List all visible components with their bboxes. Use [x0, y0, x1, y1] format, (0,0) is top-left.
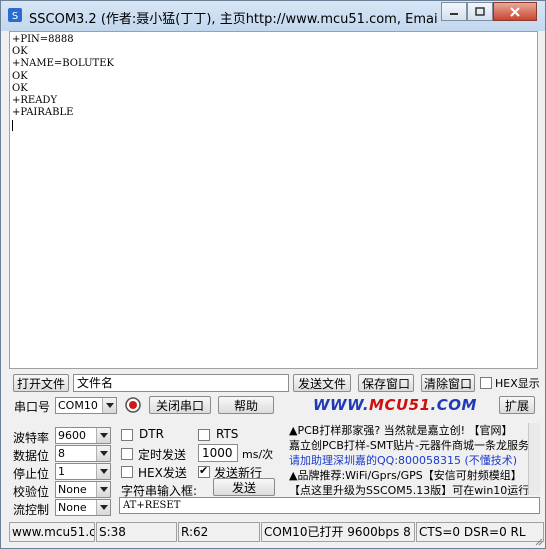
stopbits-select[interactable]: 1: [55, 463, 111, 480]
logo-brand: MCU51: [369, 396, 431, 414]
chevron-down-icon: [96, 446, 110, 461]
promo-line[interactable]: 请加助理深圳嘉的QQ:800058315 (不懂技术): [289, 453, 540, 468]
logo-prefix: WWW.: [313, 396, 370, 414]
send-file-button[interactable]: 发送文件: [293, 374, 351, 392]
open-file-button[interactable]: 打开文件: [13, 374, 69, 392]
chevron-down-icon: [96, 482, 110, 497]
flow-label: 流控制: [13, 503, 50, 517]
minimize-icon: [450, 12, 458, 15]
status-received: R:62: [178, 522, 260, 542]
send-newline-checkbox[interactable]: ✔: [198, 464, 210, 478]
close-button[interactable]: [493, 2, 537, 21]
hex-display-checkbox[interactable]: [480, 377, 492, 389]
dtr-label: DTR: [139, 427, 164, 441]
dtr-checkbox[interactable]: [121, 429, 133, 441]
chevron-down-icon: [96, 500, 110, 515]
receive-terminal[interactable]: +PIN=8888 OK +NAME=BOLUTEK OK OK +READY …: [9, 31, 538, 369]
close-icon: [510, 6, 520, 17]
expand-button[interactable]: 扩展: [499, 396, 535, 414]
logo-suffix: .COM: [430, 396, 477, 414]
app-window: S SSCOM3.2 (作者:聂小猛(丁丁), 主页http://www.mcu…: [0, 0, 546, 549]
stopbits-value: 1: [58, 465, 65, 478]
site-logo[interactable]: WWW.MCU51.COM: [313, 396, 477, 414]
terminal-line: OK: [12, 46, 28, 58]
svg-text:S: S: [12, 11, 18, 22]
promo-line[interactable]: 嘉立创PCB打样-SMT贴片-元器件商城一条龙服务: [289, 438, 540, 453]
stopbits-label: 停止位: [13, 467, 50, 481]
rts-checkbox[interactable]: [198, 429, 210, 441]
send-button[interactable]: 发送: [213, 478, 275, 496]
filename-field[interactable]: 文件名: [73, 374, 289, 392]
hex-display-label: HEX显示: [495, 377, 540, 390]
hex-send-label: HEX发送: [138, 466, 187, 480]
minimize-button[interactable]: [441, 2, 467, 21]
window-title: SSCOM3.2 (作者:聂小猛(丁丁), 主页http://www.mcu51…: [29, 12, 437, 27]
interval-unit: ms/次: [242, 448, 274, 461]
hex-send-checkbox[interactable]: [121, 466, 133, 478]
clear-window-button[interactable]: 清除窗口: [421, 374, 475, 392]
timed-send-checkbox[interactable]: [121, 448, 133, 460]
flow-select[interactable]: None: [55, 499, 111, 516]
flow-value: None: [58, 501, 87, 514]
promo-panel: ▲PCB打样那家强? 当然就是嘉立创! 【官网】 嘉立创PCB打样-SMT贴片-…: [289, 423, 540, 495]
send-input[interactable]: AT+RESET: [119, 497, 540, 514]
terminal-line: +NAME=BOLUTEK: [12, 58, 114, 70]
parity-select[interactable]: None: [55, 481, 111, 498]
databits-label: 数据位: [13, 449, 50, 463]
timed-send-label: 定时发送: [138, 448, 187, 462]
status-signals: CTS=0 DSR=0 RL: [416, 522, 544, 542]
help-button[interactable]: 帮助: [218, 396, 274, 414]
terminal-line: OK: [12, 82, 28, 94]
terminal-line: OK: [12, 70, 28, 82]
resize-grip-icon[interactable]: [533, 536, 543, 546]
terminal-line: +READY: [12, 95, 58, 107]
chevron-down-icon: [102, 398, 116, 413]
port-status-icon: [125, 397, 141, 413]
status-port: COM10已打开 9600bps 8: [261, 522, 415, 542]
save-window-button[interactable]: 保存窗口: [358, 374, 414, 392]
app-icon: S: [8, 8, 22, 22]
baud-label: 波特率: [13, 431, 50, 445]
chevron-down-icon: [96, 464, 110, 479]
close-port-button[interactable]: 关闭串口: [149, 396, 211, 414]
promo-scrollbar[interactable]: [528, 423, 540, 495]
maximize-button[interactable]: [467, 2, 493, 21]
port-label: 串口号: [14, 400, 51, 414]
status-sent: S:38: [96, 522, 177, 542]
title-bar[interactable]: S SSCOM3.2 (作者:聂小猛(丁丁), 主页http://www.mcu…: [1, 1, 545, 31]
terminal-line: +PAIRABLE: [12, 107, 74, 119]
databits-select[interactable]: 8: [55, 445, 111, 462]
port-value: COM10: [58, 399, 98, 412]
parity-label: 校验位: [13, 485, 50, 499]
interval-input[interactable]: 1000: [198, 444, 238, 462]
baud-value: 9600: [58, 429, 86, 442]
promo-line[interactable]: 【点这里升级为SSCOM5.13版】可在win10运行!: [289, 483, 540, 495]
maximize-icon: [475, 6, 485, 16]
text-caret: [12, 120, 13, 131]
parity-value: None: [58, 483, 87, 496]
chevron-down-icon: [96, 428, 110, 443]
rts-label: RTS: [216, 427, 239, 441]
status-site: www.mcu51.cor: [9, 522, 95, 542]
baud-select[interactable]: 9600: [55, 427, 111, 444]
terminal-line: +PIN=8888: [12, 34, 74, 45]
promo-line[interactable]: ▲PCB打样那家强? 当然就是嘉立创! 【官网】: [289, 423, 540, 438]
check-icon: ✔: [199, 464, 209, 477]
port-select[interactable]: COM10: [55, 397, 117, 414]
promo-line[interactable]: ▲品牌推荐:WiFi/Gprs/GPS【安信可射频模组】: [289, 468, 540, 483]
databits-value: 8: [58, 447, 65, 460]
